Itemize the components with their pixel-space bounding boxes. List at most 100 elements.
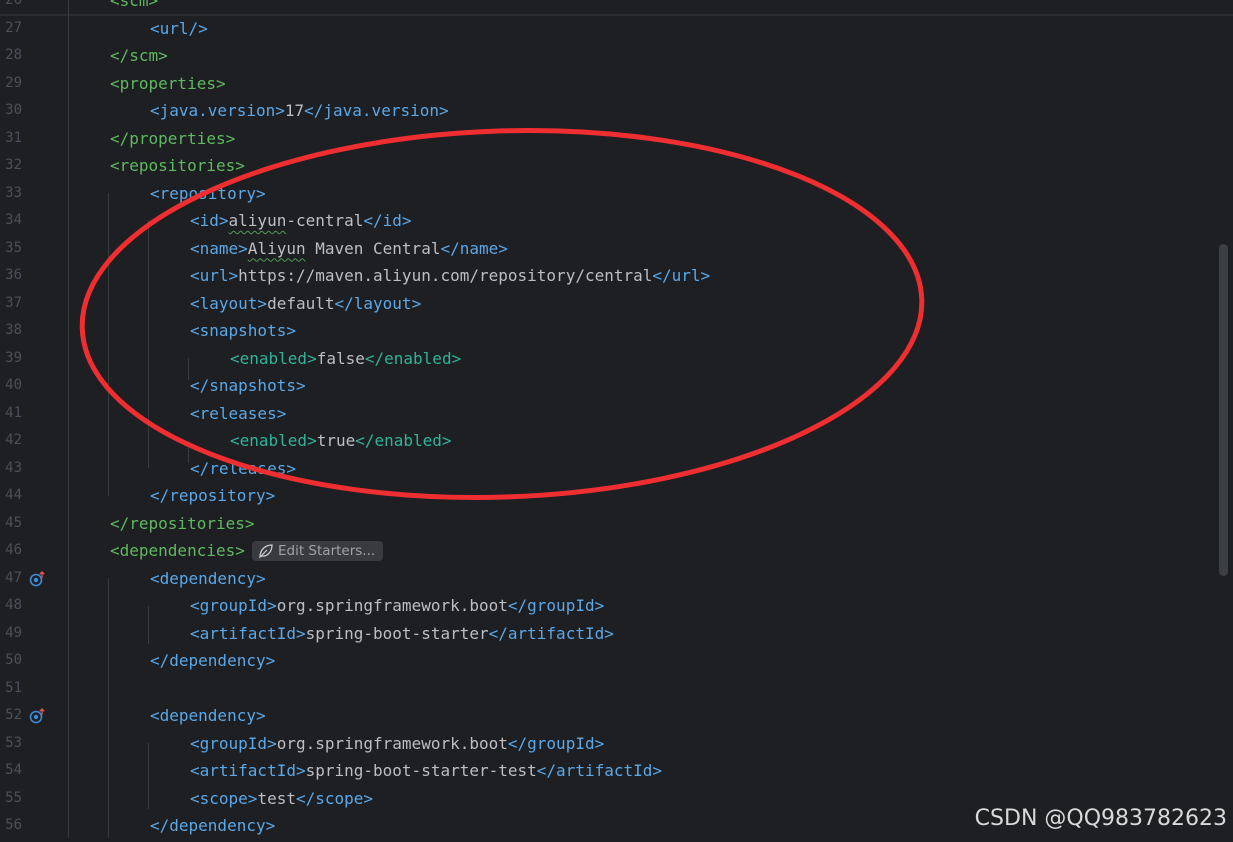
line-number: 42: [5, 432, 22, 448]
code-line[interactable]: 38 <snapshots>: [0, 317, 1233, 345]
xml-tag: </scope>: [295, 788, 374, 808]
code-line[interactable]: 44 </repository>: [0, 482, 1233, 510]
code-line[interactable]: 49 <artifactId>spring-boot-starter</artif…: [0, 620, 1233, 648]
code-text: <scope>test</scope>: [190, 785, 373, 813]
xml-tag: </repositories>: [110, 513, 255, 533]
xml-text: test: [257, 788, 296, 808]
code-line[interactable]: 31 </properties>: [0, 125, 1233, 153]
code-line[interactable]: 28 </scm>: [0, 42, 1233, 70]
code-text: <groupId>org.springframework.boot</group…: [190, 730, 604, 758]
code-text: </repository>: [150, 482, 275, 510]
line-number: 47: [5, 569, 22, 586]
xml-tag: <releases>: [190, 403, 287, 423]
code-line[interactable]: 43 </releases>: [0, 455, 1233, 483]
code-line[interactable]: 27 <url/>: [0, 15, 1233, 43]
xml-tag: <enabled>: [230, 431, 317, 450]
code-line[interactable]: 45 </repositories>: [0, 510, 1233, 538]
xml-tag: </releases>: [190, 458, 296, 478]
code-text: <dependency>: [150, 702, 266, 730]
code-line[interactable]: 50 </dependency>: [0, 647, 1233, 675]
code-line[interactable]: 40 </snapshots>: [0, 372, 1233, 400]
line-number: 41: [5, 404, 22, 421]
code-line[interactable]: 54 <artifactId>spring-boot-starter-test</…: [0, 757, 1233, 785]
line-number: 37: [5, 294, 22, 311]
code-line[interactable]: 37 <layout>default</layout>: [0, 290, 1233, 318]
code-line[interactable]: 53 <groupId>org.springframework.boot</gro…: [0, 730, 1233, 758]
line-number: 51: [5, 679, 22, 696]
code-text: <enabled>true</enabled>: [230, 427, 452, 455]
code-line[interactable]: 48 <groupId>org.springframework.boot</gro…: [0, 592, 1233, 620]
code-line[interactable]: 42 <enabled>true</enabled>: [0, 427, 1233, 455]
code-line[interactable]: 51: [0, 675, 1233, 703]
xml-tag: <enabled>: [230, 348, 317, 368]
code-line[interactable]: 30 <java.version>17</java.version>: [0, 97, 1233, 125]
line-number: 29: [5, 74, 22, 91]
line-number: 36: [5, 267, 22, 283]
code-text: <dependency>: [150, 565, 266, 593]
xml-tag: <repository>: [150, 183, 266, 203]
xml-text: true: [316, 431, 356, 450]
maven-dependency-icon[interactable]: [29, 570, 45, 587]
code-line[interactable]: 33 <repository>: [0, 180, 1233, 208]
vertical-scrollbar[interactable]: [1219, 244, 1228, 576]
xml-tag: <groupId>: [190, 733, 277, 753]
code-line[interactable]: 26 <scm>: [0, 0, 1233, 15]
xml-tag: <java.version>: [150, 101, 285, 120]
code-text: </releases>: [190, 455, 296, 483]
xml-tag: </repository>: [150, 486, 276, 505]
line-number: 49: [5, 624, 22, 641]
xml-text: default: [267, 293, 335, 313]
xml-text: -central: [286, 211, 364, 230]
code-text: </snapshots>: [190, 372, 306, 400]
code-text: <url/>: [150, 15, 208, 43]
xml-text: 17: [284, 101, 305, 120]
xml-tag: </artifactId>: [536, 761, 663, 780]
code-line[interactable]: 32 <repositories>: [0, 152, 1233, 180]
code-line[interactable]: 47 <dependency>: [0, 565, 1233, 593]
code-lines: 26 <scm> 27 <url/> 28 </scm> 29 <properties> 30 <…: [0, 0, 1233, 840]
xml-tag: <repositories>: [110, 156, 245, 175]
xml-tag: <snapshots>: [190, 321, 296, 340]
line-number: 26: [5, 0, 22, 8]
code-line[interactable]: 35 <name>Aliyun Maven Central</name>: [0, 235, 1233, 263]
xml-tag: </dependency>: [150, 816, 276, 835]
xml-text: aliyun: [228, 211, 287, 230]
xml-tag: </groupId>: [507, 733, 605, 753]
code-text: <dependencies>: [110, 537, 245, 565]
xml-text: org.springframework.boot: [276, 733, 508, 753]
code-text: <enabled>false</enabled>: [230, 345, 461, 373]
code-editor[interactable]: 26 <scm> 27 <url/> 28 </scm> 29 <properties> 30 <…: [0, 0, 1233, 840]
line-number: 31: [5, 129, 22, 146]
code-line[interactable]: 52 <dependency>: [0, 702, 1233, 730]
line-number: 50: [5, 652, 22, 668]
xml-tag: <scope>: [190, 788, 258, 808]
xml-tag: <artifactId>: [190, 623, 306, 643]
xml-tag: <url/>: [150, 18, 208, 38]
xml-text: Maven Central: [305, 238, 441, 258]
edit-starters-button[interactable]: Edit Starters...: [252, 541, 384, 561]
code-line[interactable]: 39 <enabled>false</enabled>: [0, 345, 1233, 373]
code-line[interactable]: 34 <id>aliyun-central</id>: [0, 207, 1233, 235]
code-text: </dependency>: [150, 812, 275, 840]
code-line[interactable]: 46 <dependencies> Edit Starters...: [0, 537, 1233, 565]
maven-dependency-icon[interactable]: [29, 708, 45, 724]
code-text: <layout>default</layout>: [190, 290, 421, 318]
xml-tag: </groupId>: [507, 596, 605, 615]
xml-text: spring-boot-starter-test: [305, 761, 537, 780]
line-number: 38: [5, 322, 22, 338]
code-text: <repositories>: [110, 152, 245, 180]
xml-tag: <scm>: [110, 0, 159, 10]
code-line[interactable]: 36 <url>https://maven.aliyun.com/reposito…: [0, 262, 1233, 290]
line-number: 53: [5, 734, 22, 751]
code-text: <artifactId>spring-boot-starter-test</ar…: [190, 757, 662, 785]
xml-tag: <id>: [190, 211, 229, 230]
code-line[interactable]: 29 <properties>: [0, 70, 1233, 98]
xml-tag: </enabled>: [364, 348, 462, 368]
code-text: </repositories>: [110, 510, 255, 538]
xml-tag: <dependency>: [150, 568, 266, 588]
code-text: <releases>: [190, 400, 286, 428]
code-line[interactable]: 41 <releases>: [0, 400, 1233, 428]
xml-tag: </url>: [652, 266, 711, 285]
line-number: 46: [5, 542, 22, 558]
xml-tag: </layout>: [334, 293, 422, 313]
